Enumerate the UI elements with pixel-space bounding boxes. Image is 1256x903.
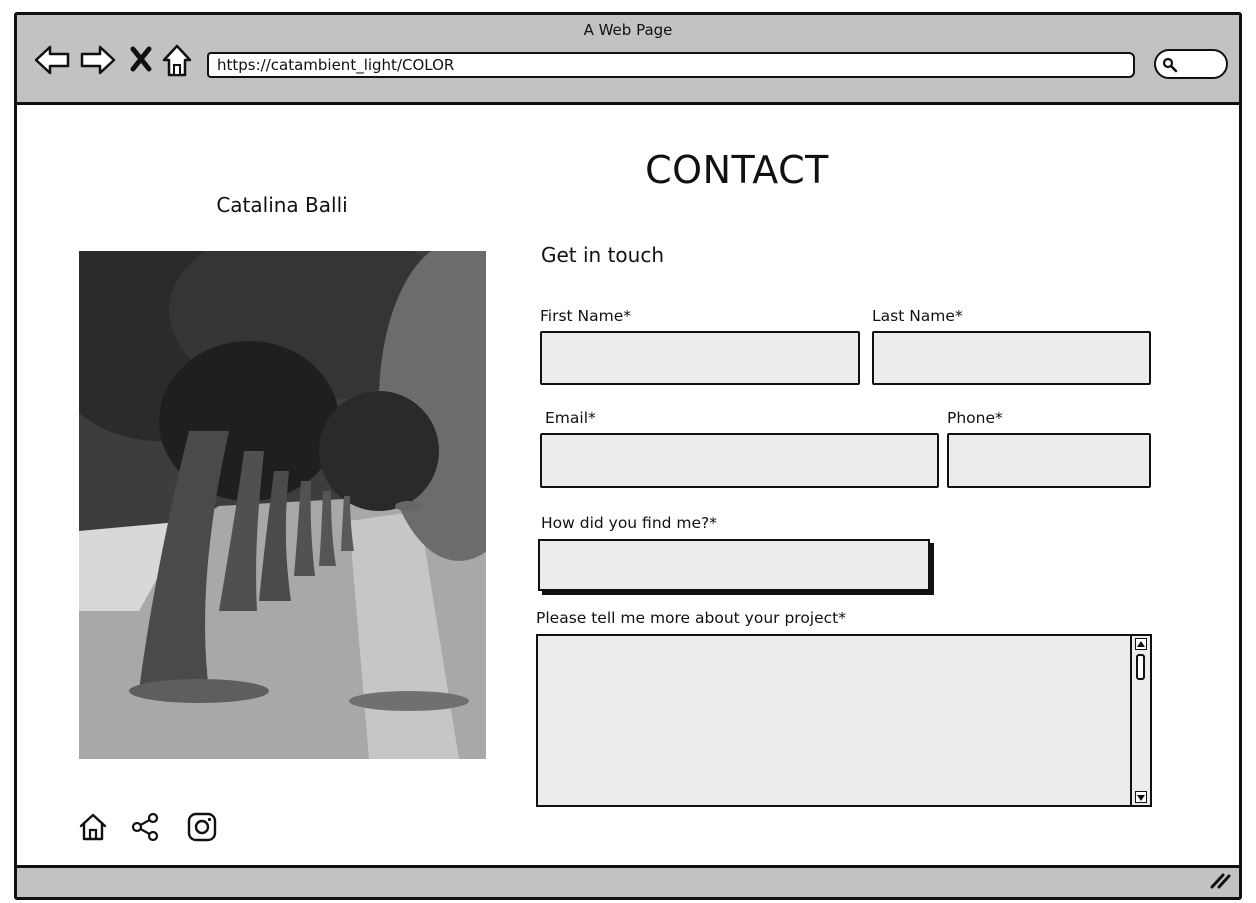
home-icon[interactable]: [161, 43, 193, 83]
phone-field[interactable]: [947, 433, 1151, 488]
last-name-label: Last Name*: [872, 307, 963, 325]
search-icon: [1162, 57, 1178, 73]
url-bar[interactable]: https://catambient_light/COLOR: [207, 52, 1135, 78]
project-label: Please tell me more about your project*: [536, 609, 846, 627]
back-arrow-icon[interactable]: [33, 43, 71, 81]
browser-toolbar: A Web Page https://catambient_light/COLO…: [17, 15, 1239, 105]
share-icon[interactable]: [130, 811, 162, 847]
instagram-icon[interactable]: [186, 811, 218, 847]
source-label: How did you find me?*: [541, 514, 718, 532]
last-name-field[interactable]: [872, 331, 1151, 385]
scroll-down-icon[interactable]: [1135, 791, 1147, 803]
forward-arrow-icon[interactable]: [79, 43, 117, 81]
textarea-scrollbar[interactable]: [1130, 636, 1150, 805]
first-name-label: First Name*: [540, 307, 632, 325]
project-textarea[interactable]: [536, 634, 1152, 807]
phone-label: Phone*: [947, 409, 1003, 427]
first-name-field[interactable]: [540, 331, 860, 385]
browser-window: A Web Page https://catambient_light/COLO…: [14, 12, 1242, 900]
home-icon[interactable]: [77, 811, 109, 847]
email-field[interactable]: [540, 433, 939, 488]
page-content: CONTACT Catalina Balli Get in touch Firs…: [17, 108, 1239, 868]
source-dropdown[interactable]: [538, 539, 930, 591]
email-label: Email*: [545, 409, 596, 427]
browser-search-box[interactable]: [1154, 49, 1228, 79]
scroll-up-icon[interactable]: [1135, 638, 1147, 650]
scroll-thumb[interactable]: [1136, 654, 1145, 680]
stop-icon[interactable]: [129, 46, 153, 76]
author-name: Catalina Balli: [216, 193, 348, 217]
page-title: CONTACT: [645, 148, 829, 192]
resize-handle-icon[interactable]: [1209, 871, 1231, 893]
status-bar: [17, 865, 1239, 897]
browser-title: A Web Page: [583, 21, 673, 39]
tree-lined-path-photo: [79, 251, 486, 759]
form-subheading: Get in touch: [541, 243, 665, 267]
